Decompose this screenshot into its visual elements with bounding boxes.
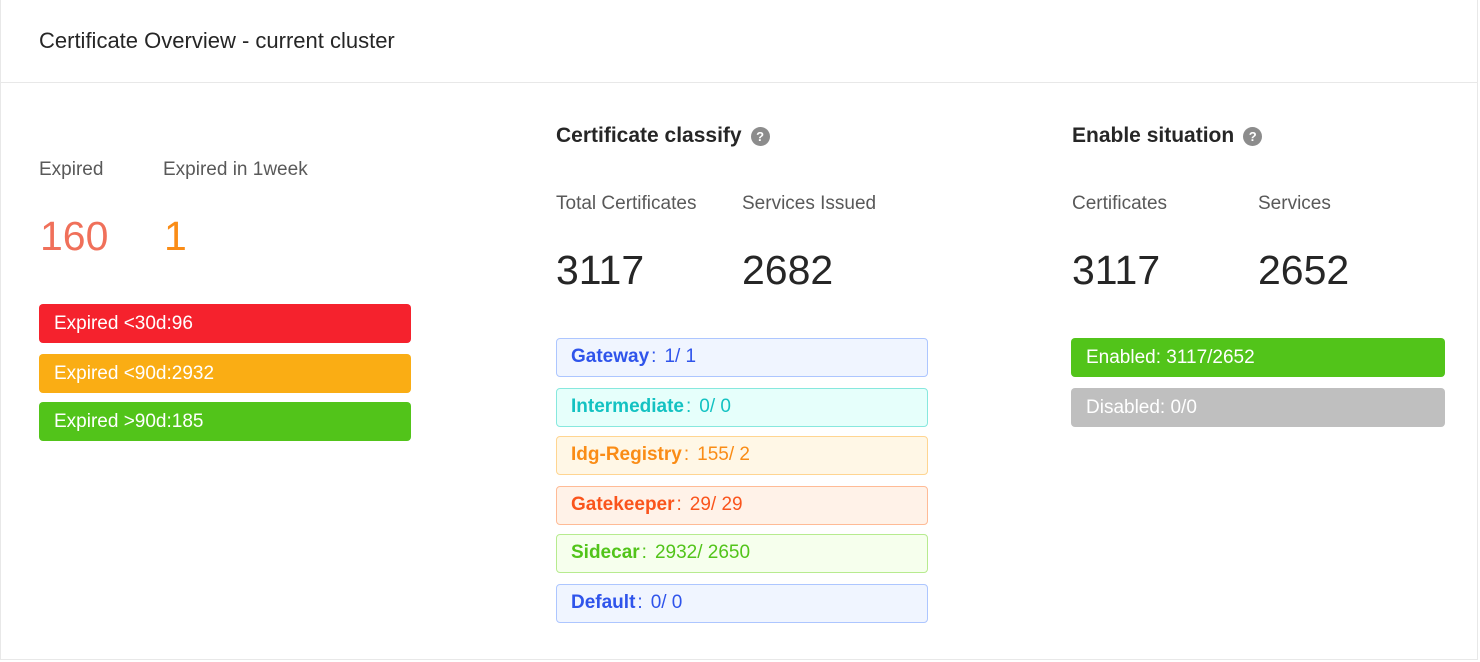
enabled-bar: Enabled: 3117/2652 <box>1071 338 1445 377</box>
tag-gatekeeper: Gatekeeper:29/ 29 <box>556 486 928 525</box>
tag-default-name: Default <box>571 592 636 613</box>
tag-intermediate: Intermediate:0/ 0 <box>556 388 928 427</box>
services-issued-count: 2682 <box>742 247 834 293</box>
tag-gateway-value: 1/ 1 <box>664 346 697 367</box>
tag-idg-registry: Idg-Registry:155/ 2 <box>556 436 928 475</box>
tag-idg-registry-sep: : <box>683 444 690 465</box>
enabled-certificates-count: 3117 <box>1072 247 1161 293</box>
total-certificates-label: Total Certificates <box>556 193 697 214</box>
classify-title-text: Certificate classify <box>556 124 742 147</box>
tag-default: Default:0/ 0 <box>556 584 928 623</box>
card-title: Certificate Overview - current cluster <box>39 28 395 53</box>
classify-section: Certificate classify ? Total Certificate… <box>556 82 936 642</box>
tag-gateway-name: Gateway <box>571 346 650 367</box>
card-header: Certificate Overview - current cluster <box>1 0 1477 83</box>
enable-title-text: Enable situation <box>1072 124 1235 147</box>
tag-gateway: Gateway:1/ 1 <box>556 338 928 377</box>
tag-gatekeeper-sep: : <box>676 494 682 515</box>
certificate-overview-card: Certificate Overview - current cluster E… <box>0 0 1478 660</box>
enable-section: Enable situation ? Certificates Services… <box>1071 82 1452 642</box>
enable-title: Enable situation ? <box>1072 124 1263 148</box>
classify-title: Certificate classify ? <box>556 124 770 148</box>
expired-count: 160 <box>40 213 109 259</box>
enabled-certificates-label: Certificates <box>1072 193 1168 214</box>
tag-intermediate-sep: : <box>685 396 692 417</box>
expiry-section: Expired Expired in 1week 160 1 Expired <… <box>39 82 411 642</box>
enabled-services-label: Services <box>1258 193 1331 214</box>
expired-under-90d-bar: Expired <90d:2932 <box>39 354 411 393</box>
tag-intermediate-name: Intermediate <box>571 396 684 417</box>
enabled-services-count: 2652 <box>1258 247 1350 293</box>
tag-sidecar-name: Sidecar <box>571 542 640 563</box>
expired-week-label: Expired in 1week <box>163 159 308 180</box>
tag-default-value: 0/ 0 <box>650 592 683 613</box>
expired-label: Expired <box>39 159 104 180</box>
total-certificates-count: 3117 <box>556 247 645 293</box>
tag-gateway-sep: : <box>651 346 657 367</box>
expired-week-count: 1 <box>164 213 187 259</box>
tag-sidecar-value: 2932/ 2650 <box>654 542 751 563</box>
tag-gatekeeper-name: Gatekeeper <box>571 494 675 515</box>
tag-sidecar: Sidecar:2932/ 2650 <box>556 534 928 573</box>
tag-intermediate-value: 0/ 0 <box>699 396 731 417</box>
tag-sidecar-sep: : <box>641 542 647 563</box>
expired-over-90d-bar: Expired >90d:185 <box>39 402 411 441</box>
tag-gatekeeper-value: 29/ 29 <box>689 494 743 515</box>
tag-idg-registry-name: Idg-Registry <box>571 444 682 465</box>
services-issued-label: Services Issued <box>742 193 877 214</box>
tag-idg-registry-value: 155/ 2 <box>697 444 750 465</box>
expired-under-30d-bar: Expired <30d:96 <box>39 304 411 343</box>
tag-default-sep: : <box>637 592 643 613</box>
question-circle-icon[interactable]: ? <box>750 126 770 146</box>
disabled-bar: Disabled: 0/0 <box>1071 388 1445 427</box>
question-circle-icon[interactable]: ? <box>1243 126 1263 146</box>
